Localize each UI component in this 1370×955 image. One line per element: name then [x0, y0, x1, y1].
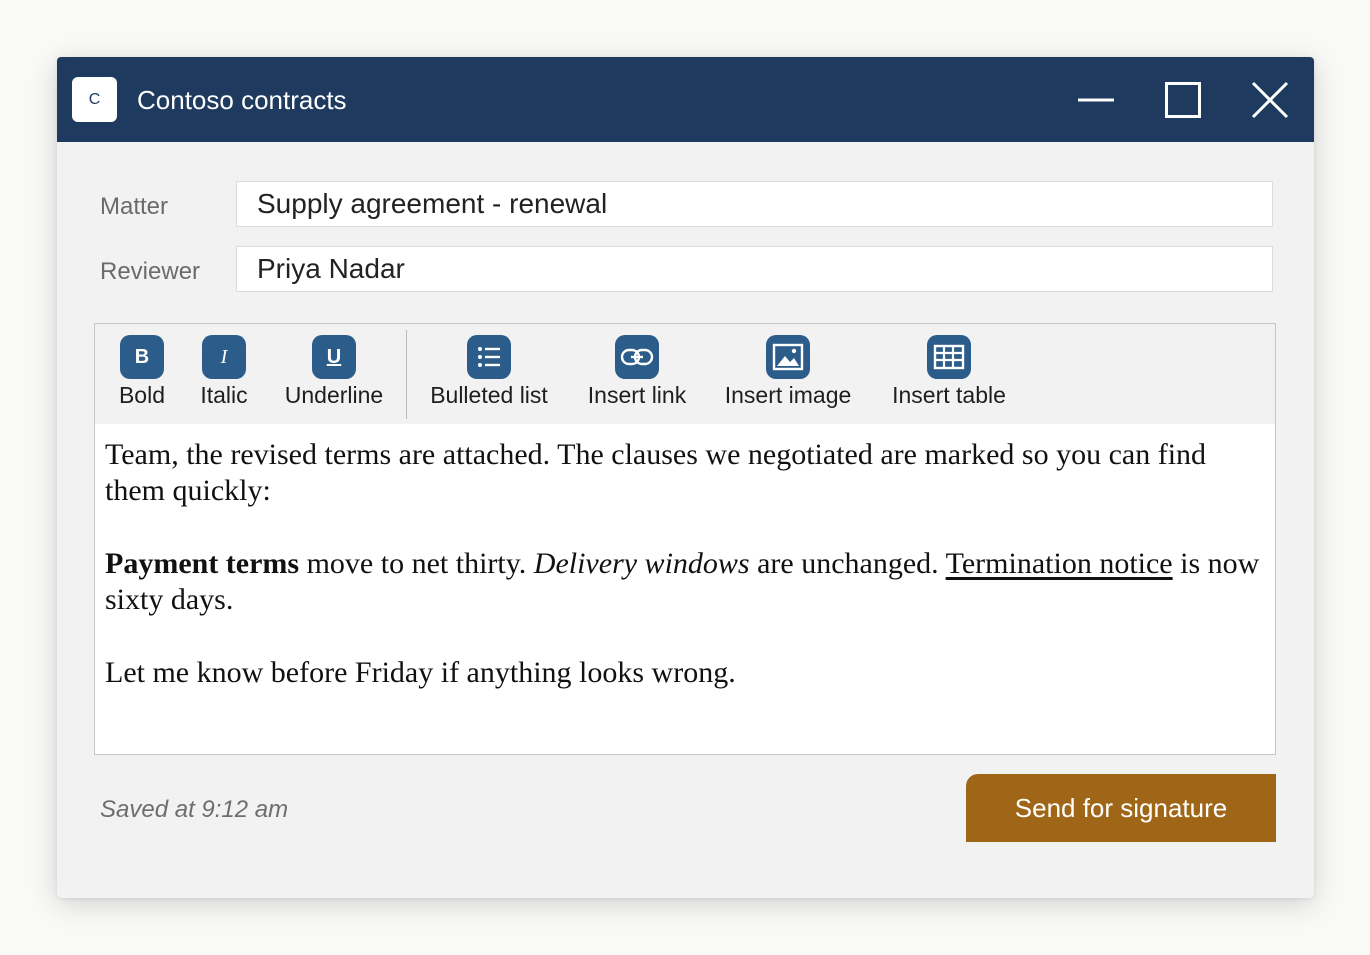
toolbar-divider	[406, 330, 407, 419]
list-icon	[467, 335, 511, 379]
maximize-icon	[1165, 82, 1201, 118]
insert-link-label: Insert link	[587, 382, 687, 408]
close-icon	[1251, 81, 1289, 119]
send-for-signature-button[interactable]: Send for signature	[966, 774, 1276, 842]
bold-icon: B	[120, 335, 164, 379]
body-paragraph: Let me know before Friday if anything lo…	[105, 656, 736, 689]
maximize-button[interactable]	[1158, 75, 1208, 125]
close-button[interactable]	[1245, 75, 1295, 125]
message-editor: B Bold I Italic U Underline Bulleted lis…	[94, 323, 1276, 755]
window-title: Contoso contracts	[137, 85, 347, 115]
italic-icon: I	[202, 335, 246, 379]
minimize-button[interactable]	[1071, 75, 1121, 125]
underline-button[interactable]: U Underline	[275, 324, 393, 424]
image-icon	[766, 335, 810, 379]
table-icon	[927, 335, 971, 379]
title-bar: C Contoso contracts	[57, 57, 1314, 142]
italic-text: Delivery windows	[533, 547, 750, 580]
bulleted-list-button[interactable]: Bulleted list	[420, 324, 558, 424]
minimize-icon	[1078, 98, 1114, 102]
bold-button[interactable]: B Bold	[111, 324, 173, 424]
reviewer-label: Reviewer	[100, 258, 201, 285]
save-status: Saved at 9:12 am	[100, 796, 289, 823]
body-text-run: are unchanged.	[749, 547, 946, 580]
body-text-run: move to net thirty.	[299, 547, 534, 580]
reviewer-field[interactable]: Priya Nadar	[236, 246, 1273, 292]
underline-icon: U	[312, 335, 356, 379]
insert-link-button[interactable]: Insert link	[576, 324, 698, 424]
insert-table-button[interactable]: Insert table	[881, 324, 1017, 424]
link-icon	[615, 335, 659, 379]
underline-label: Underline	[284, 382, 384, 408]
italic-label: Italic	[200, 382, 248, 408]
body-paragraph: Team, the revised terms are attached. Th…	[105, 438, 1207, 507]
matter-label: Matter	[100, 193, 169, 220]
bold-text: Payment terms	[105, 547, 300, 580]
app-window: C Contoso contracts Matter Supply agreem…	[57, 57, 1314, 898]
insert-image-label: Insert image	[724, 382, 852, 408]
insert-table-label: Insert table	[892, 382, 1006, 408]
insert-image-button[interactable]: Insert image	[716, 324, 860, 424]
bulleted-list-label: Bulleted list	[430, 382, 548, 408]
underlined-text: Termination notice	[945, 547, 1173, 580]
formatting-toolbar: B Bold I Italic U Underline Bulleted lis…	[95, 324, 1275, 424]
app-logo: C	[72, 77, 117, 122]
bold-label: Bold	[118, 382, 166, 408]
matter-field[interactable]: Supply agreement - renewal	[236, 181, 1273, 227]
message-body[interactable]: Team, the revised terms are attached. Th…	[105, 437, 1265, 728]
italic-button[interactable]: I Italic	[193, 324, 255, 424]
body-paragraph: Payment terms move to net thirty. Delive…	[105, 546, 1265, 618]
